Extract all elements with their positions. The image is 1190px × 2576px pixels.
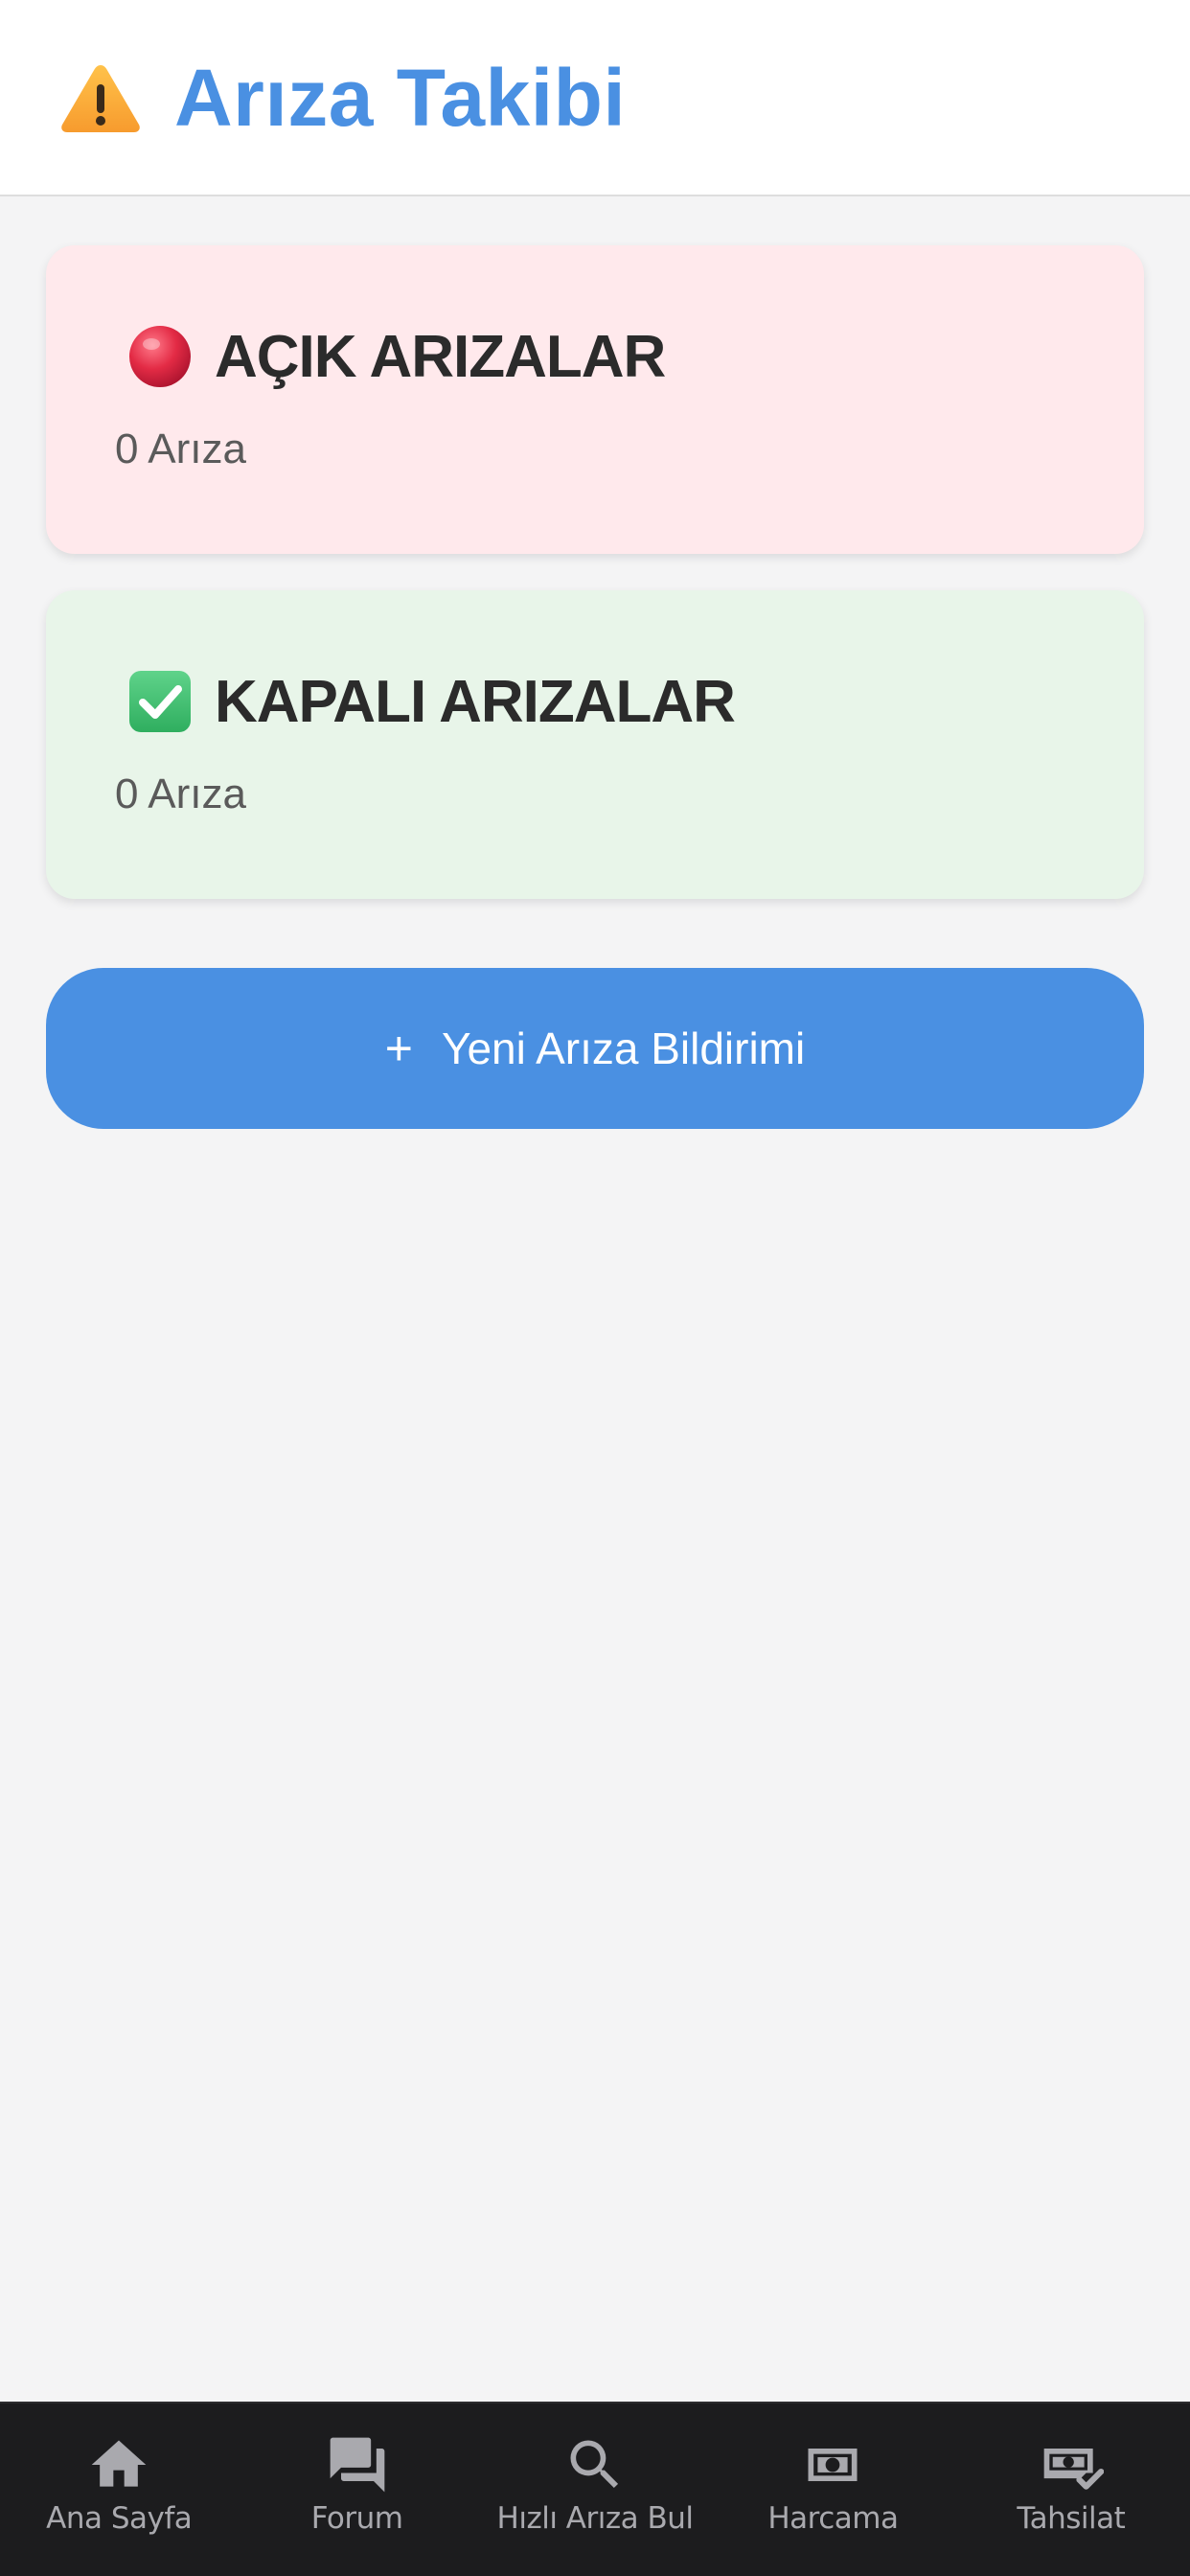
new-fault-report-button[interactable]: + Yeni Arıza Bildirimi	[46, 968, 1144, 1129]
forum-icon	[325, 2432, 390, 2497]
tab-forum-label: Forum	[310, 2501, 403, 2536]
tab-forum[interactable]: Forum	[238, 2404, 475, 2576]
tab-collection[interactable]: Tahsilat	[952, 2404, 1190, 2576]
cash-check-icon	[1039, 2432, 1104, 2497]
tab-home-label: Ana Sayfa	[46, 2501, 193, 2536]
new-fault-report-label: Yeni Arıza Bildirimi	[441, 1024, 806, 1073]
home-icon	[86, 2432, 151, 2497]
open-faults-title: AÇIK ARIZALAR	[215, 323, 666, 390]
tab-expense-label: Harcama	[767, 2501, 899, 2536]
tab-collection-label: Tahsilat	[1017, 2501, 1126, 2536]
closed-faults-card[interactable]: KAPALI ARIZALAR 0 Arıza	[46, 590, 1144, 899]
header: Arıza Takibi	[0, 0, 1190, 196]
bottom-tab-bar: Ana Sayfa Forum Hızlı Arıza Bul Harcama …	[0, 2402, 1190, 2576]
tab-quick-fault-search[interactable]: Hızlı Arıza Bul	[476, 2404, 714, 2576]
open-faults-count: 0 Arıza	[115, 426, 246, 472]
closed-faults-heading: KAPALI ARIZALAR	[126, 663, 736, 740]
app-root: Arıza Takibi AÇIK ARIZALAR 0 Arıza KAPAL…	[0, 0, 1190, 2576]
plus-icon: +	[384, 1022, 413, 1075]
tab-quick-fault-search-label: Hızlı Arıza Bul	[496, 2501, 695, 2536]
closed-faults-title: KAPALI ARIZALAR	[215, 668, 736, 735]
check-box-icon	[126, 668, 194, 735]
page-title: Arıza Takibi	[174, 53, 627, 143]
cash-icon	[800, 2432, 865, 2497]
open-faults-card[interactable]: AÇIK ARIZALAR 0 Arıza	[46, 245, 1144, 554]
open-faults-heading: AÇIK ARIZALAR	[126, 318, 666, 395]
closed-faults-count: 0 Arıza	[115, 770, 246, 817]
red-circle-icon	[126, 323, 194, 390]
warning-icon	[59, 61, 142, 134]
search-icon	[562, 2432, 628, 2497]
tab-home[interactable]: Ana Sayfa	[0, 2404, 238, 2576]
tab-expense[interactable]: Harcama	[714, 2404, 951, 2576]
